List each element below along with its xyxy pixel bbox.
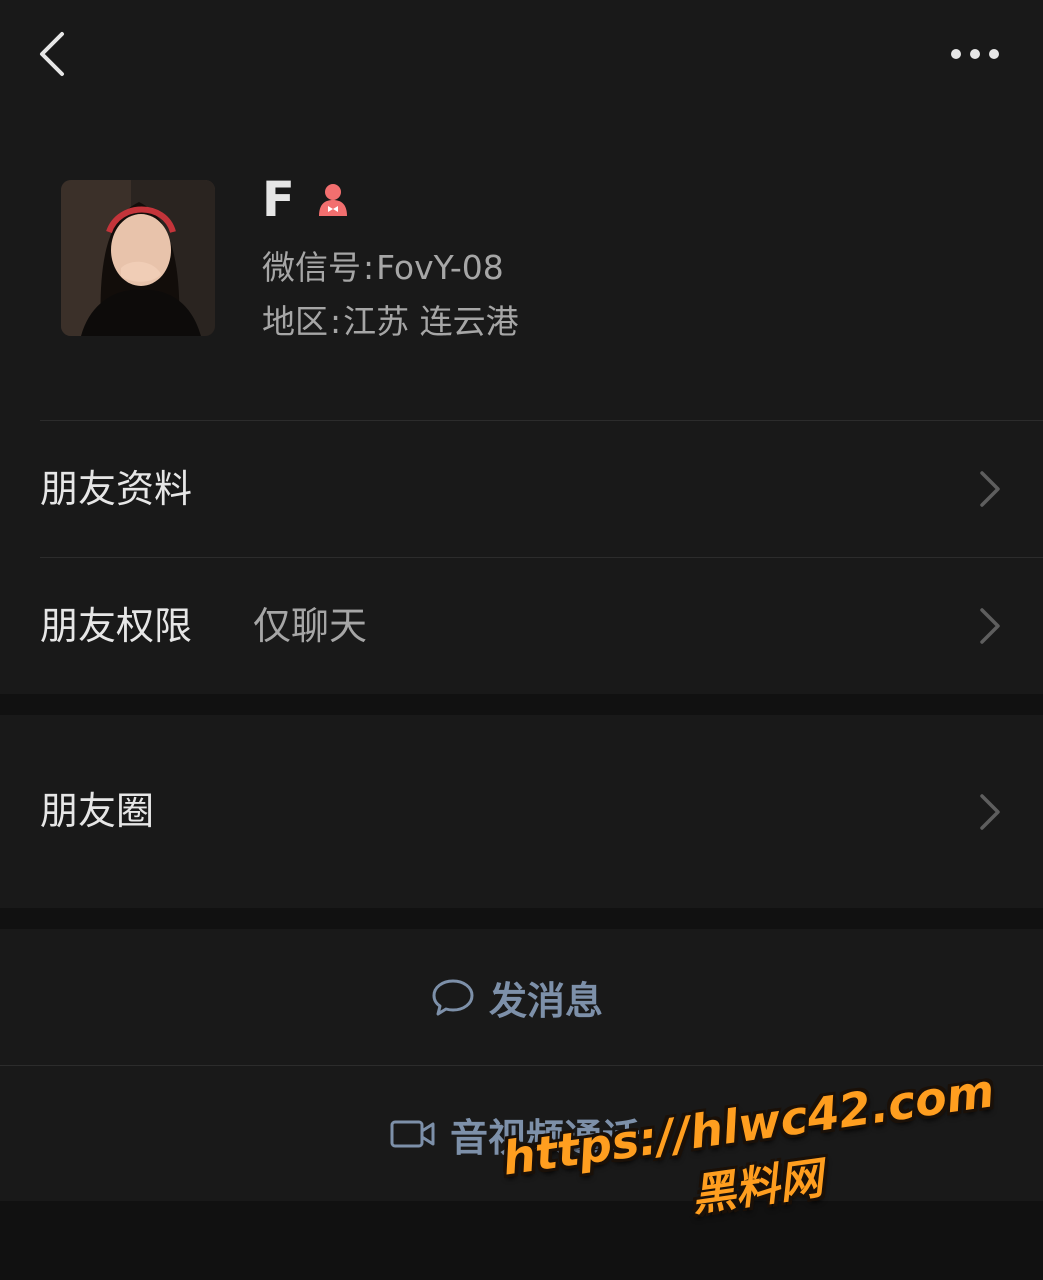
wechat-id-label: 微信号 <box>262 248 361 287</box>
region-line: 地区:江苏 连云港 <box>262 302 519 341</box>
chat-bubble-icon <box>432 979 474 1016</box>
female-icon <box>318 184 347 216</box>
chevron-right-icon <box>980 471 1000 507</box>
avatar-photo <box>61 180 215 336</box>
region-label: 地区 <box>262 302 328 341</box>
contact-name: F <box>262 172 295 228</box>
ellipsis-icon <box>951 49 999 59</box>
send-message-button[interactable]: 发消息 <box>0 929 1043 1065</box>
profile-panel: F 微信号:FovY-08 地区:江苏 连云港 <box>0 0 1043 421</box>
top-bar <box>0 0 1043 110</box>
chevron-left-icon <box>40 32 64 76</box>
actions-group: 发消息 音视频通话 <box>0 929 1043 1201</box>
video-call-label: 音视频通话 <box>450 1115 641 1160</box>
row-friend-profile-label: 朋友资料 <box>40 467 193 511</box>
moments-group: 朋友圈 <box>0 715 1043 908</box>
video-camera-icon <box>390 1120 435 1148</box>
contact-profile-screen: F 微信号:FovY-08 地区:江苏 连云港 朋友资料 朋友权限 仅聊天 朋友… <box>0 0 1043 1280</box>
name-row: F <box>262 168 353 232</box>
row-friend-profile[interactable]: 朋友资料 <box>0 421 1043 557</box>
avatar[interactable] <box>61 180 215 336</box>
settings-group: 朋友资料 朋友权限 仅聊天 <box>0 421 1043 694</box>
row-moments[interactable]: 朋友圈 <box>0 715 1043 908</box>
row-moments-label: 朋友圈 <box>40 789 155 833</box>
row-friend-permission-label: 朋友权限 <box>40 604 193 648</box>
back-button[interactable] <box>30 22 80 86</box>
more-button[interactable] <box>940 30 1010 78</box>
chevron-right-icon <box>980 608 1000 644</box>
wechat-id-line: 微信号:FovY-08 <box>262 248 504 287</box>
row-friend-permission[interactable]: 朋友权限 仅聊天 <box>0 558 1043 694</box>
region-value: 江苏 连云港 <box>343 302 519 341</box>
row-friend-permission-value: 仅聊天 <box>253 604 368 648</box>
video-call-button[interactable]: 音视频通话 <box>0 1066 1043 1202</box>
send-message-label: 发消息 <box>489 978 604 1023</box>
chevron-right-icon <box>980 794 1000 830</box>
wechat-id-value: FovY-08 <box>376 248 504 287</box>
